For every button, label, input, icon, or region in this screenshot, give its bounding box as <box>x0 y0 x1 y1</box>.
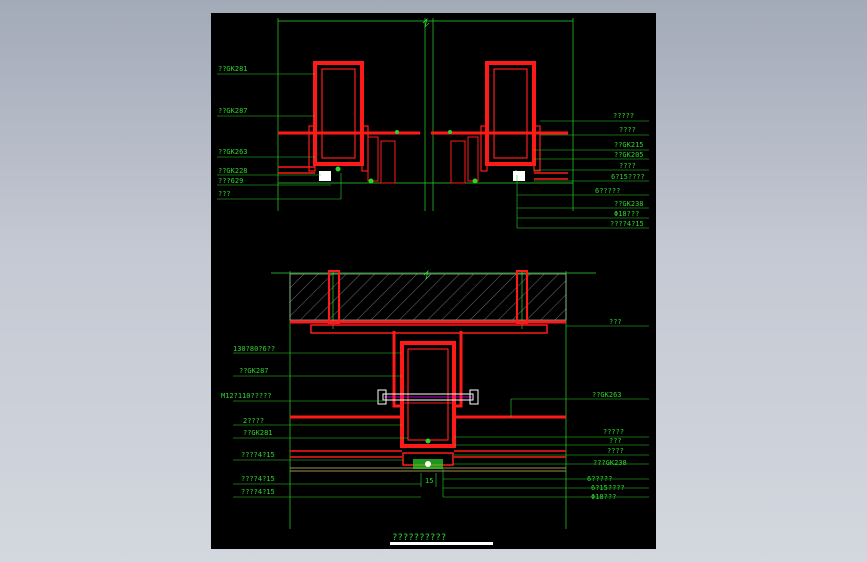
concrete-slab <box>289 273 567 321</box>
label-top-right-5: ???? <box>619 162 636 170</box>
bottom-section-detail: 15 130?80?6?? ??GK287 M12?110????? 2????… <box>221 269 649 529</box>
label-top-right-4: ??GK205 <box>614 151 644 159</box>
label-top-left-6: ??? <box>218 190 231 198</box>
label-top-right-3: ??GK215 <box>614 141 644 149</box>
label-bottom-right-8: 6?15???? <box>591 484 625 492</box>
pressure-plate <box>402 438 454 469</box>
label-bottom-left-3: M12?110????? <box>221 392 272 400</box>
label-bottom-right-1: ??? <box>609 318 622 326</box>
right-mullion <box>480 61 541 172</box>
cad-drawing: ??GK281 ??GK287 ??GK263 ??GK228 ???629 ?… <box>217 17 649 545</box>
dimension-15: 15 <box>420 473 437 487</box>
label-top-right-1: ????? <box>613 112 634 120</box>
label-top-right-8: ??GK238 <box>614 200 644 208</box>
title-underline <box>390 542 493 545</box>
drawing-title-block: ?????????? <box>390 533 493 545</box>
label-bottom-left-4: 2???? <box>243 417 264 425</box>
label-bottom-right-6: ???GK238 <box>593 459 627 467</box>
top-gaskets <box>319 171 525 181</box>
label-top-left-4: ??GK228 <box>218 167 248 175</box>
label-bottom-right-7: 6????? <box>587 475 612 483</box>
bottom-glass-lines <box>290 450 566 458</box>
label-bottom-right-9: Φ18??? <box>591 493 616 501</box>
label-bottom-right-2: ??GK263 <box>592 391 622 399</box>
drawing-title: ?????????? <box>392 533 446 543</box>
label-bottom-right-4: ??? <box>609 437 622 445</box>
label-top-left-5: ???629 <box>218 177 243 185</box>
label-bottom-right-3: ????? <box>603 428 624 436</box>
label-bottom-right-5: ???? <box>607 447 624 455</box>
label-bottom-left-6: ????4?15 <box>241 451 275 459</box>
dimension-label: 15 <box>425 477 433 485</box>
label-top-right-10: ????4?15 <box>610 220 644 228</box>
label-top-left-1: ??GK281 <box>218 65 248 73</box>
label-bottom-left-5: ??GK281 <box>243 429 273 437</box>
top-brackets <box>367 136 479 184</box>
label-bottom-left-2: ??GK287 <box>239 367 269 375</box>
label-top-right-6: 6?15???? <box>611 173 645 181</box>
label-bottom-left-1: 130?80?6?? <box>233 345 275 353</box>
label-bottom-left-7: ????4?15 <box>241 475 275 483</box>
top-section-detail: ??GK281 ??GK287 ??GK263 ??GK228 ???629 ?… <box>217 17 649 229</box>
label-top-right-7: 6????? <box>595 187 620 195</box>
label-top-right-9: Φ18??? <box>614 210 639 218</box>
label-bottom-left-8: ????4?15 <box>241 488 275 496</box>
cad-viewport[interactable]: ??GK281 ??GK287 ??GK263 ??GK228 ???629 ?… <box>211 13 656 549</box>
label-top-left-3: ??GK263 <box>218 148 248 156</box>
left-mullion <box>308 61 369 172</box>
label-top-right-2: ???? <box>619 126 636 134</box>
label-top-left-2: ??GK287 <box>218 107 248 115</box>
